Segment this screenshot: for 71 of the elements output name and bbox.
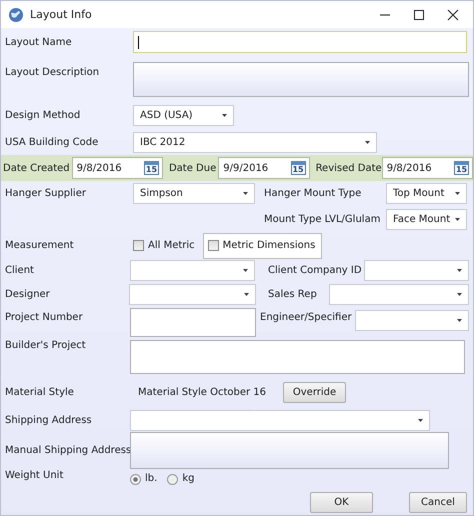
close-icon[interactable] (447, 8, 459, 20)
dropdown[interactable] (130, 410, 430, 430)
field-label: Mount Type LVL/Glulam (264, 214, 382, 225)
field-label: Sales Rep (268, 289, 318, 300)
text-area[interactable] (130, 432, 449, 469)
caret-icon (243, 269, 248, 272)
caret-icon (457, 293, 462, 296)
caret-icon (222, 114, 227, 117)
caret-icon (455, 218, 460, 221)
field-label: Client Company ID (268, 265, 363, 276)
dropdown[interactable]: Face Mount (386, 209, 467, 230)
field-label: Layout Name (5, 36, 73, 48)
calendar-icon[interactable]: 15 (290, 161, 306, 175)
caret-icon (243, 192, 248, 195)
caret-icon (418, 418, 423, 422)
dialog-button[interactable]: OK (310, 492, 373, 513)
field-label: Client (5, 265, 35, 276)
field-label: Engineer/Specifier (260, 311, 353, 323)
text-area[interactable] (130, 340, 465, 374)
dropdown[interactable]: Simpson (133, 183, 255, 204)
override-button[interactable]: Override (283, 382, 346, 402)
checkbox[interactable] (133, 240, 144, 251)
dropdown[interactable] (329, 284, 469, 305)
field-label: USA Building Code (5, 137, 100, 148)
caret-icon (365, 141, 370, 144)
radio-label: kg (182, 473, 194, 484)
field-label: Manual Shipping Address (5, 445, 130, 456)
checkbox[interactable] (208, 240, 219, 251)
field-label: Weight Unit (5, 470, 64, 481)
field-label: Hanger Mount Type (264, 188, 362, 199)
date-picker[interactable]: 9/8/2016 15 (382, 157, 473, 179)
globe-icon (8, 6, 24, 22)
field-label: Designer (5, 289, 51, 300)
field-label: Date Due (168, 162, 216, 174)
field-label: Design Method (5, 110, 82, 121)
date-picker[interactable]: 9/8/2016 15 (72, 157, 163, 179)
caret-icon (455, 192, 460, 195)
calendar-icon[interactable]: 15 (144, 161, 159, 175)
field-label: Revised Date (316, 162, 382, 174)
checkbox-label: Metric Dimensions (222, 240, 316, 251)
date-picker[interactable]: 9/9/2016 15 (218, 157, 310, 179)
radio-button[interactable] (130, 474, 141, 485)
field-label: Material Style (5, 386, 75, 398)
dialog-button[interactable]: Cancel (409, 492, 467, 513)
input-field[interactable] (130, 308, 256, 337)
dropdown[interactable] (129, 284, 256, 305)
dropdown[interactable] (355, 310, 469, 331)
caret-icon (244, 293, 249, 296)
field-label: Date Created (3, 162, 70, 174)
radio-label: lb. (145, 473, 158, 484)
radio-button[interactable] (167, 474, 178, 485)
calendar-icon[interactable]: 15 (454, 161, 470, 175)
field-label: Project Number (5, 311, 84, 323)
input-field[interactable] (133, 31, 467, 53)
caret-icon (457, 269, 462, 272)
dropdown[interactable] (364, 260, 469, 281)
material-style-value: Material Style October 16 (138, 386, 266, 398)
field-label: Hanger Supplier (5, 188, 87, 199)
field-label: Shipping Address (5, 414, 93, 426)
field-label: Builder's Project (5, 340, 87, 351)
field-label: Measurement (5, 240, 75, 251)
text-area[interactable] (133, 62, 469, 97)
checkbox-label: All Metric (148, 240, 195, 251)
window-title: Layout Info (30, 8, 93, 21)
field-label: Layout Description (5, 66, 100, 78)
caret-icon (457, 319, 462, 322)
dropdown[interactable]: Top Mount (386, 183, 467, 204)
maximize-icon[interactable] (413, 8, 425, 20)
dropdown[interactable]: IBC 2012 (133, 132, 377, 153)
dropdown[interactable]: ASD (USA) (133, 105, 234, 126)
dropdown[interactable] (130, 260, 255, 281)
